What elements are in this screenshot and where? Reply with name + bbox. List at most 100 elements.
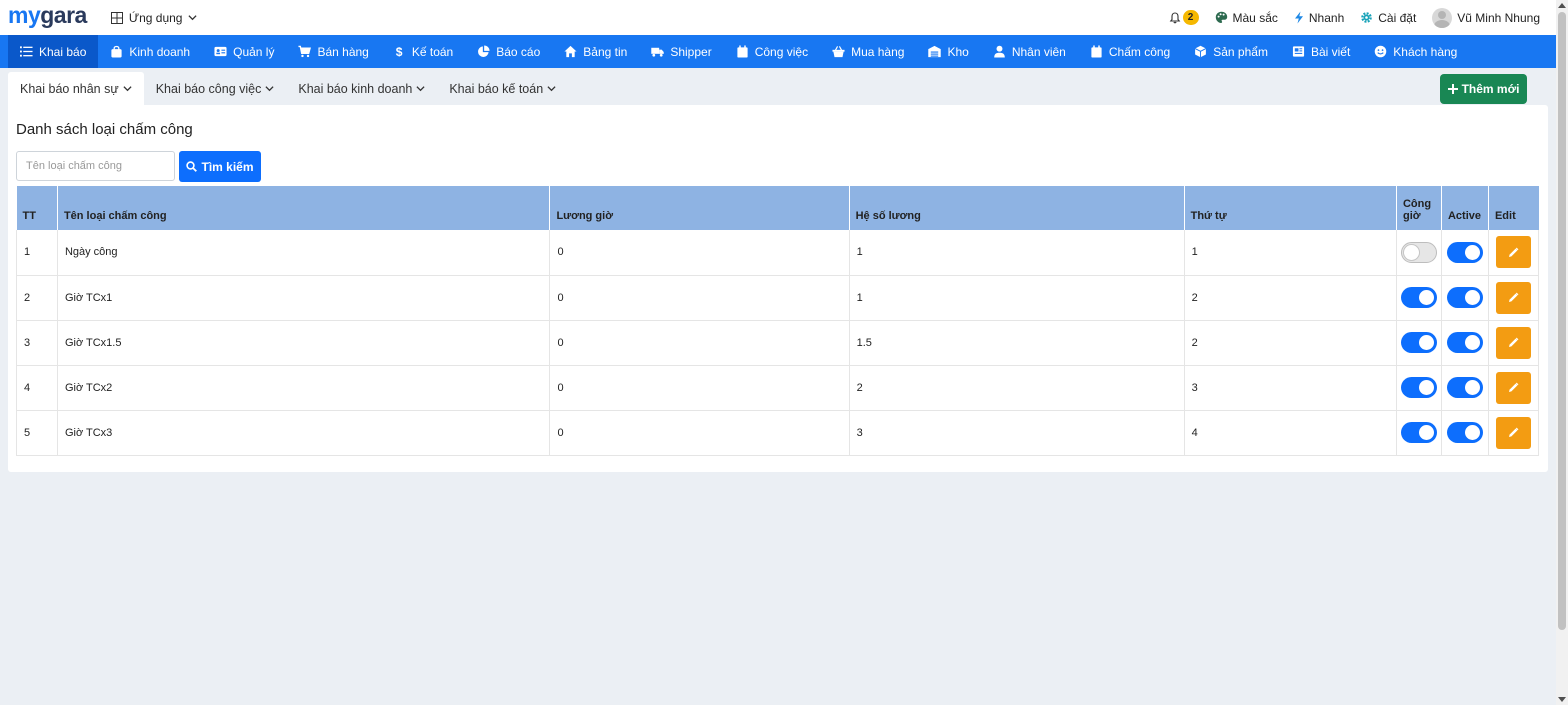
timekeeping-type-table: TT Tên loại chấm công Lương giờ Hệ số lư… [16,186,1540,456]
top-bar: mygara Ứng dụng 2 Màu sắc Nhanh Cài đặt … [0,0,1556,35]
apps-menu[interactable]: Ứng dụng [110,10,198,25]
nav-item-quan-ly[interactable]: Quản lý [202,35,286,68]
edit-button[interactable] [1495,236,1531,269]
nav-label: Nhân viên [1011,44,1066,59]
column-header: Công giờ [1396,186,1442,230]
cell-he-so-luong: 1 [849,230,1185,276]
page-title: Danh sách loại chấm công [16,121,193,138]
sub-tabs: Khai báo nhân sự Khai báo công việc Khai… [8,72,568,105]
tab-khai-bao-kinh-doanh[interactable]: Khai báo kinh doanh [286,72,437,105]
user-menu[interactable]: Vũ Minh Nhung [1432,7,1540,28]
nav-item-mua-hang[interactable]: Mua hàng [820,35,916,68]
edit-button[interactable] [1495,416,1531,449]
column-header: Hệ số lương [849,186,1185,230]
active-toggle[interactable] [1446,377,1483,398]
nav-item-ban-hang[interactable]: Bán hàng [286,35,380,68]
page-scrollbar[interactable] [1556,0,1568,705]
warehouse-icon [928,45,942,58]
cong-gio-toggle[interactable] [1400,422,1437,443]
nav-item-nhan-vien[interactable]: Nhân viên [981,35,1078,68]
home-icon [564,45,577,58]
cong-gio-toggle[interactable] [1400,332,1437,353]
nav-label: Sản phẩm [1213,44,1268,59]
cell-active [1441,230,1489,276]
cell-active [1441,275,1489,321]
cell-name: Giờ TCx3 [57,410,551,456]
search-button[interactable]: Tìm kiếm [179,151,261,182]
search-input[interactable] [16,151,175,181]
apps-label: Ứng dụng [128,10,183,25]
nav-label: Shipper [670,44,712,59]
cell-luong-gio: 0 [549,275,850,321]
logo-part-my: my [8,2,41,28]
nav-item-kho[interactable]: Kho [916,35,980,68]
tab-khai-bao-ke-toan[interactable]: Khai báo kế toán [437,72,568,105]
notifications-button[interactable]: 2 [1169,10,1199,25]
scroll-down-arrow-icon[interactable] [1558,697,1566,702]
nav-item-kinh-doanh[interactable]: Kinh doanh [98,35,202,68]
table-row: 2 Giờ TCx1 0 1 2 [16,275,1540,321]
color-button[interactable]: Màu sắc [1215,11,1278,25]
content-panel: Danh sách loại chấm công Tìm kiếm TT Tên… [8,105,1548,472]
list-icon [20,46,33,57]
nav-item-san-pham[interactable]: Sản phẩm [1182,35,1280,68]
cell-edit [1488,365,1540,411]
box-icon [1195,45,1207,58]
nav-item-cong-viec[interactable]: Công việc [724,35,820,68]
nav-item-bao-cao[interactable]: Báo cáo [465,35,552,68]
search-icon [186,161,198,172]
pencil-icon [1508,247,1519,257]
nav-label: Bảng tin [583,44,628,59]
chevron-down-icon [265,86,274,92]
active-toggle[interactable] [1446,287,1483,308]
active-toggle[interactable] [1446,332,1483,353]
cong-gio-toggle[interactable] [1400,241,1437,263]
cell-thu-tu: 4 [1184,410,1397,456]
cell-luong-gio: 0 [549,320,850,366]
scroll-thumb[interactable] [1558,12,1566,630]
edit-button[interactable] [1495,281,1531,314]
cell-cong-gio [1396,275,1442,321]
nav-label: Kho [947,44,969,59]
nav-item-cham-cong[interactable]: Chấm công [1078,35,1182,68]
active-toggle[interactable] [1446,422,1483,443]
quick-button[interactable]: Nhanh [1294,11,1344,25]
active-toggle[interactable] [1446,241,1483,263]
tab-khai-bao-nhan-su[interactable]: Khai báo nhân sự [8,72,144,105]
nav-label: Công việc [754,44,809,59]
settings-button[interactable]: Cài đặt [1360,11,1416,25]
nav-item-ke-toan[interactable]: $ Kế toán [381,35,465,68]
grid-icon [110,11,123,24]
column-header: Thứ tự [1184,186,1397,230]
edit-button[interactable] [1495,371,1531,404]
pie-chart-icon [478,45,490,57]
cell-edit [1488,275,1540,321]
cong-gio-toggle[interactable] [1400,377,1437,398]
column-header: Active [1441,186,1489,230]
main-nav: Khai báo Kinh doanh Quản lý Bán hàng $ K… [0,35,1556,68]
nav-item-bang-tin[interactable]: Bảng tin [552,35,639,68]
dollar-icon: $ [396,45,403,58]
cell-active [1441,320,1489,366]
scroll-up-arrow-icon[interactable] [1558,3,1566,8]
chevron-down-icon [416,86,425,92]
table-row: 1 Ngày công 0 1 1 [16,230,1540,276]
edit-button[interactable] [1495,326,1531,359]
notification-badge: 2 [1182,10,1199,25]
cell-name: Giờ TCx2 [57,365,551,411]
avatar [1432,7,1453,28]
cong-gio-toggle[interactable] [1400,287,1437,308]
nav-item-bai-viet[interactable]: Bài viết [1280,35,1362,68]
add-new-button[interactable]: Thêm mới [1440,74,1527,104]
nav-item-khach-hang[interactable]: Khách hàng [1362,35,1469,68]
id-card-icon [214,46,227,57]
nav-label: Báo cáo [496,44,541,59]
nav-label: Quản lý [233,44,275,59]
app-logo[interactable]: mygara [8,4,87,27]
tab-khai-bao-cong-viec[interactable]: Khai báo công việc [144,72,287,105]
nav-item-shipper[interactable]: Shipper [639,35,723,68]
calendar-check-icon [1091,45,1102,58]
nav-item-khai-bao[interactable]: Khai báo [8,35,99,68]
cell-luong-gio: 0 [549,410,850,456]
nav-label: Chấm công [1108,44,1171,59]
